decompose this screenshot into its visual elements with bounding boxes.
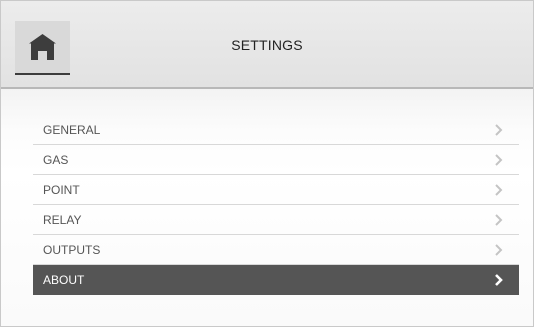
menu-item-point[interactable]: POINT <box>33 175 519 205</box>
menu-item-relay[interactable]: RELAY <box>33 205 519 235</box>
content-area: GENERAL GAS POINT RELAY OUTPUTS ABOUT <box>1 89 533 326</box>
chevron-right-icon <box>495 214 503 226</box>
page-title: SETTINGS <box>231 37 303 53</box>
chevron-right-icon <box>495 244 503 256</box>
settings-menu: GENERAL GAS POINT RELAY OUTPUTS ABOUT <box>33 115 519 295</box>
chevron-right-icon <box>495 184 503 196</box>
menu-item-general[interactable]: GENERAL <box>33 115 519 145</box>
chevron-right-icon <box>495 154 503 166</box>
chevron-right-icon <box>495 274 503 286</box>
menu-item-label: ABOUT <box>43 273 85 287</box>
menu-item-about[interactable]: ABOUT <box>33 265 519 295</box>
chevron-right-icon <box>495 124 503 136</box>
settings-screen: SETTINGS GENERAL GAS POINT RELAY OUTPUTS… <box>0 0 534 327</box>
menu-item-gas[interactable]: GAS <box>33 145 519 175</box>
menu-item-outputs[interactable]: OUTPUTS <box>33 235 519 265</box>
menu-item-label: GENERAL <box>43 123 101 137</box>
menu-item-label: OUTPUTS <box>43 243 101 257</box>
menu-item-label: POINT <box>43 183 80 197</box>
header-bar: SETTINGS <box>1 1 533 89</box>
menu-item-label: GAS <box>43 153 69 167</box>
menu-item-label: RELAY <box>43 213 82 227</box>
